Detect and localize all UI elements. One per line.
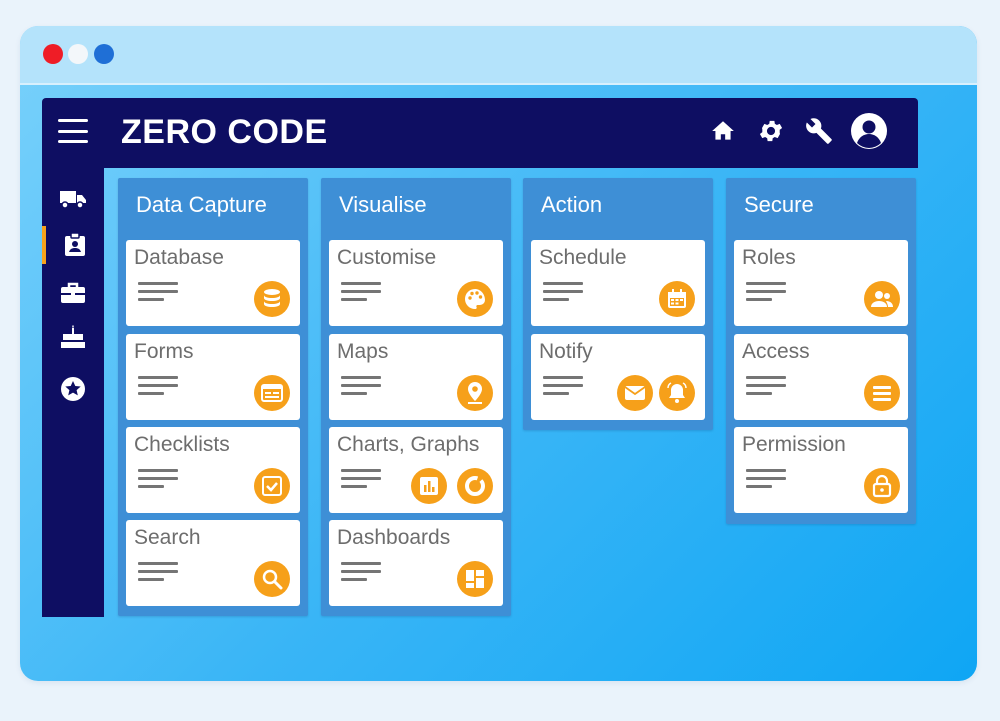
text-lines-icon [543, 376, 585, 400]
truck-icon [59, 188, 87, 210]
card-label: Roles [742, 246, 796, 269]
maximize-window-button[interactable] [94, 44, 114, 64]
gear-icon[interactable] [756, 116, 786, 146]
column-title: Data Capture [136, 192, 267, 217]
column-title: Action [541, 192, 603, 217]
text-lines-icon [138, 469, 180, 493]
list-icon [864, 375, 900, 411]
briefcase-icon [60, 281, 86, 305]
sidebar-item-id-badge[interactable] [42, 226, 104, 264]
dashboard-icon [457, 561, 493, 597]
column-secure: Secure Roles Access Permission [726, 178, 916, 524]
user-avatar-icon[interactable] [850, 112, 888, 150]
sidebar-item-briefcase[interactable] [42, 274, 104, 312]
card-access[interactable]: Access [734, 334, 908, 420]
hamburger-menu-icon[interactable] [58, 119, 88, 143]
mail-icon [617, 375, 653, 411]
zero-code-app: ZERO CODE Data Capture Database Forms Ch… [42, 98, 918, 617]
text-lines-icon [746, 469, 788, 493]
card-customise[interactable]: Customise [329, 240, 503, 326]
card-checklists[interactable]: Checklists [126, 427, 300, 513]
card-label: Database [134, 246, 224, 269]
card-label: Search [134, 526, 201, 549]
text-lines-icon [746, 282, 788, 306]
text-lines-icon [341, 469, 383, 493]
bell-icon [659, 375, 695, 411]
app-title: ZERO CODE [121, 113, 328, 151]
sidebar-item-truck[interactable] [42, 180, 104, 218]
map-pin-icon [457, 375, 493, 411]
checkbox-icon [254, 468, 290, 504]
search-icon [254, 561, 290, 597]
text-lines-icon [138, 282, 180, 306]
text-lines-icon [746, 376, 788, 400]
close-window-button[interactable] [43, 44, 63, 64]
app-header: ZERO CODE [42, 98, 918, 168]
card-dashboards[interactable]: Dashboards [329, 520, 503, 606]
column-visualise: Visualise Customise Maps Charts, Graphs [321, 178, 511, 616]
card-schedule[interactable]: Schedule [531, 240, 705, 326]
card-label: Maps [337, 340, 389, 363]
text-lines-icon [543, 282, 585, 306]
card-database[interactable]: Database [126, 240, 300, 326]
calendar-icon [659, 281, 695, 317]
card-search[interactable]: Search [126, 520, 300, 606]
card-label: Notify [539, 340, 593, 363]
text-lines-icon [341, 562, 383, 586]
card-maps[interactable]: Maps [329, 334, 503, 420]
sidebar [42, 168, 104, 617]
column-title: Visualise [339, 192, 427, 217]
users-icon [864, 281, 900, 317]
lock-icon [864, 468, 900, 504]
text-lines-icon [341, 282, 383, 306]
cake-icon [60, 325, 86, 349]
wrench-icon[interactable] [804, 116, 834, 146]
card-label: Customise [337, 246, 437, 269]
palette-icon [457, 281, 493, 317]
card-label: Permission [742, 433, 846, 456]
column-action: Action Schedule Notify [523, 178, 713, 430]
card-permission[interactable]: Permission [734, 427, 908, 513]
card-notify[interactable]: Notify [531, 334, 705, 420]
sidebar-item-star[interactable] [42, 370, 104, 408]
text-lines-icon [138, 562, 180, 586]
card-label: Access [742, 340, 810, 363]
card-charts-graphs[interactable]: Charts, Graphs [329, 427, 503, 513]
card-label: Charts, Graphs [337, 433, 480, 456]
minimize-window-button[interactable] [68, 44, 88, 64]
column-title: Secure [744, 192, 814, 217]
database-icon [254, 281, 290, 317]
card-roles[interactable]: Roles [734, 240, 908, 326]
donut-chart-icon [457, 468, 493, 504]
column-data-capture: Data Capture Database Forms Checklists S… [118, 178, 308, 616]
star-icon [60, 376, 86, 402]
id-badge-icon [64, 233, 86, 257]
card-forms[interactable]: Forms [126, 334, 300, 420]
form-icon [254, 375, 290, 411]
card-label: Dashboards [337, 526, 451, 549]
card-label: Forms [134, 340, 194, 363]
text-lines-icon [341, 376, 383, 400]
browser-title-bar [20, 26, 977, 85]
card-label: Checklists [134, 433, 230, 456]
text-lines-icon [138, 376, 180, 400]
bar-chart-icon [411, 468, 447, 504]
card-label: Schedule [539, 246, 627, 269]
sidebar-item-cake[interactable] [42, 318, 104, 356]
home-icon[interactable] [708, 116, 738, 146]
